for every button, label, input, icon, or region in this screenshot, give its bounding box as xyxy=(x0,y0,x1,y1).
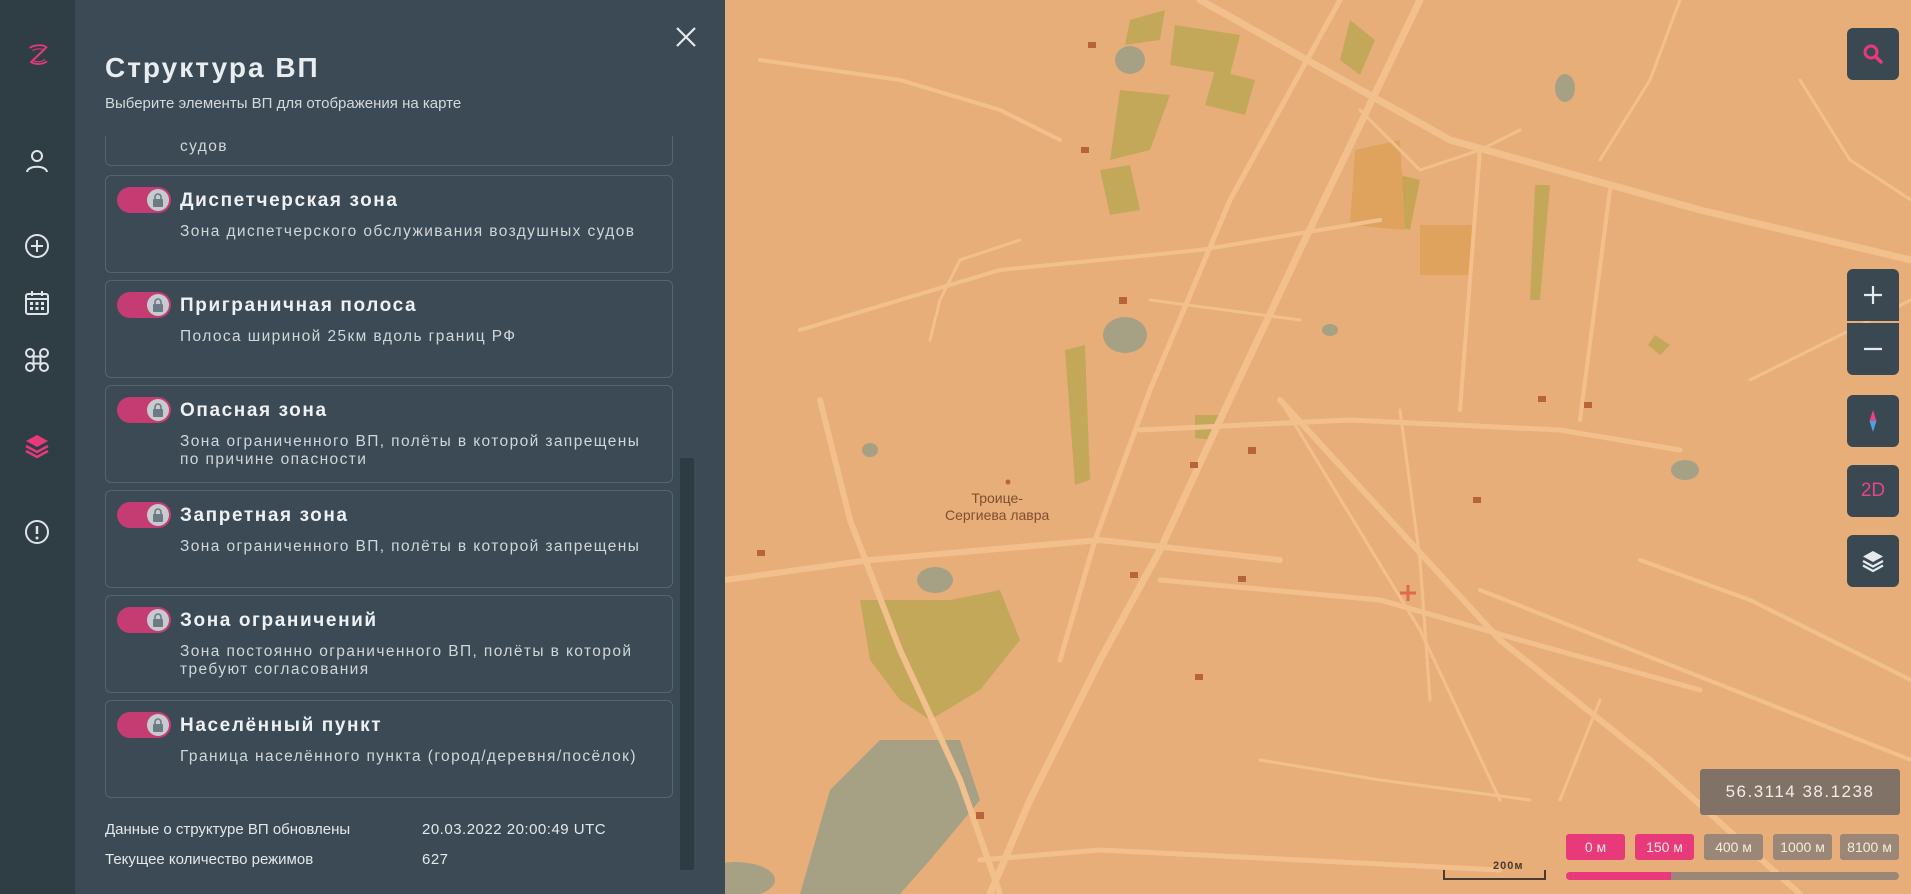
layer-description: Зона диспетчерского обслуживания воздушн… xyxy=(180,223,636,240)
add-circle-icon[interactable] xyxy=(17,226,57,266)
close-icon[interactable] xyxy=(673,24,699,50)
scale-label: 200м xyxy=(1493,860,1524,872)
layer-toggle[interactable] xyxy=(117,397,171,423)
altitude-chip[interactable]: 0 м xyxy=(1566,834,1625,860)
layer-list[interactable]: судов Диспетчерская зона Зона диспетчерс… xyxy=(105,136,673,798)
list-item: судов xyxy=(105,136,673,166)
lock-icon xyxy=(153,403,163,417)
layer-description: Зона ограниченного ВП, полёты в которой … xyxy=(180,433,641,468)
icon-rail xyxy=(0,0,75,894)
view-mode-button[interactable]: 2D xyxy=(1847,465,1899,517)
drone-icon[interactable] xyxy=(17,340,57,380)
list-scrollbar[interactable] xyxy=(680,458,694,870)
layer-title: Населённый пункт xyxy=(180,715,383,736)
alert-icon[interactable] xyxy=(17,512,57,552)
lock-icon xyxy=(153,193,163,207)
altitude-chip-selected[interactable]: 150 м xyxy=(1635,834,1694,860)
lock-icon xyxy=(153,718,163,732)
altitude-chip[interactable]: 400 м xyxy=(1704,834,1763,860)
layer-description: Полоса шириной 25км вдоль границ РФ xyxy=(180,328,517,345)
layer-toggle[interactable] xyxy=(117,187,171,213)
zoom-out-button[interactable] xyxy=(1847,323,1899,375)
layers-icon[interactable] xyxy=(17,426,57,466)
layer-title: Приграничная полоса xyxy=(180,295,418,316)
plus-icon xyxy=(1864,286,1882,304)
layer-title: Запретная зона xyxy=(180,505,349,526)
layer-description: Зона ограниченного ВП, полёты в которой … xyxy=(180,538,641,555)
panel-subtitle: Выберите элементы ВП для отображения на … xyxy=(105,95,462,112)
modes-value: 627 xyxy=(422,851,449,868)
layers-button[interactable] xyxy=(1847,535,1899,587)
layers-icon xyxy=(1862,551,1884,573)
layer-title: Зона ограничений xyxy=(180,610,378,631)
search-button[interactable] xyxy=(1847,28,1899,80)
airspace-structure-panel: Структура ВП Выберите элементы ВП для от… xyxy=(75,0,725,894)
lock-icon xyxy=(153,613,163,627)
search-icon xyxy=(1863,44,1883,64)
layer-title: Диспетчерская зона xyxy=(180,190,399,211)
coordinates-readout: 56.3114 38.1238 xyxy=(1700,769,1900,815)
modes-label: Текущее количество режимов xyxy=(105,851,314,868)
lock-icon xyxy=(153,298,163,312)
compass-icon xyxy=(1869,410,1877,432)
logo-icon[interactable] xyxy=(17,34,59,76)
lock-icon xyxy=(153,508,163,522)
layer-toggle[interactable] xyxy=(117,292,171,318)
list-item: Диспетчерская зона Зона диспетчерского о… xyxy=(105,175,673,273)
layer-toggle[interactable] xyxy=(117,607,171,633)
updated-label: Данные о структуре ВП обновлены xyxy=(105,821,351,838)
altitude-chip[interactable]: 8100 м xyxy=(1840,834,1899,860)
layer-description: Зона постоянно ограниченного ВП, полёты … xyxy=(180,643,633,678)
list-item: Запретная зона Зона ограниченного ВП, по… xyxy=(105,490,673,588)
compass-button[interactable] xyxy=(1847,395,1899,447)
map-place-label: Троице- Сергиева лавра xyxy=(945,490,1050,523)
calendar-icon[interactable] xyxy=(17,283,57,323)
layer-toggle[interactable] xyxy=(117,712,171,738)
panel-title: Структура ВП xyxy=(105,52,320,83)
minus-icon xyxy=(1864,347,1882,351)
list-item: Опасная зона Зона ограниченного ВП, полё… xyxy=(105,385,673,483)
list-item: Приграничная полоса Полоса шириной 25км … xyxy=(105,280,673,378)
altitude-slider-fill xyxy=(1566,872,1671,880)
updated-value: 20.03.2022 20:00:49 UTC xyxy=(422,821,607,838)
altitude-chip[interactable]: 1000 м xyxy=(1773,834,1832,860)
list-item: Зона ограничений Зона постоянно ограниче… xyxy=(105,595,673,693)
altitude-slider[interactable] xyxy=(1566,872,1899,880)
zoom-in-button[interactable] xyxy=(1847,269,1899,321)
layer-title: Опасная зона xyxy=(180,400,328,421)
layer-description: Граница населённого пункта (город/деревн… xyxy=(180,748,637,765)
layer-toggle[interactable] xyxy=(117,502,171,528)
list-item: Населённый пункт Граница населённого пун… xyxy=(105,700,673,798)
user-icon[interactable] xyxy=(17,141,57,181)
